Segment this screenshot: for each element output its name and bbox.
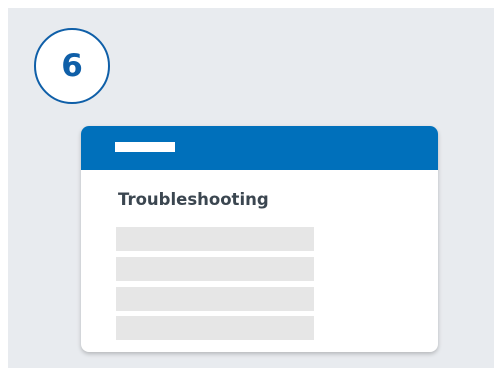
titlebar-placeholder-bar xyxy=(115,142,175,152)
list-item[interactable] xyxy=(116,257,314,281)
step-number: 6 xyxy=(61,48,83,84)
step-badge: 6 xyxy=(34,28,110,104)
background-panel: 6 Troubleshooting xyxy=(8,8,494,368)
window-heading: Troubleshooting xyxy=(118,190,269,209)
list-item[interactable] xyxy=(116,227,314,251)
window-titlebar xyxy=(81,126,438,170)
list-item[interactable] xyxy=(116,316,314,340)
app-window: Troubleshooting xyxy=(81,126,438,352)
list-item[interactable] xyxy=(116,287,314,311)
